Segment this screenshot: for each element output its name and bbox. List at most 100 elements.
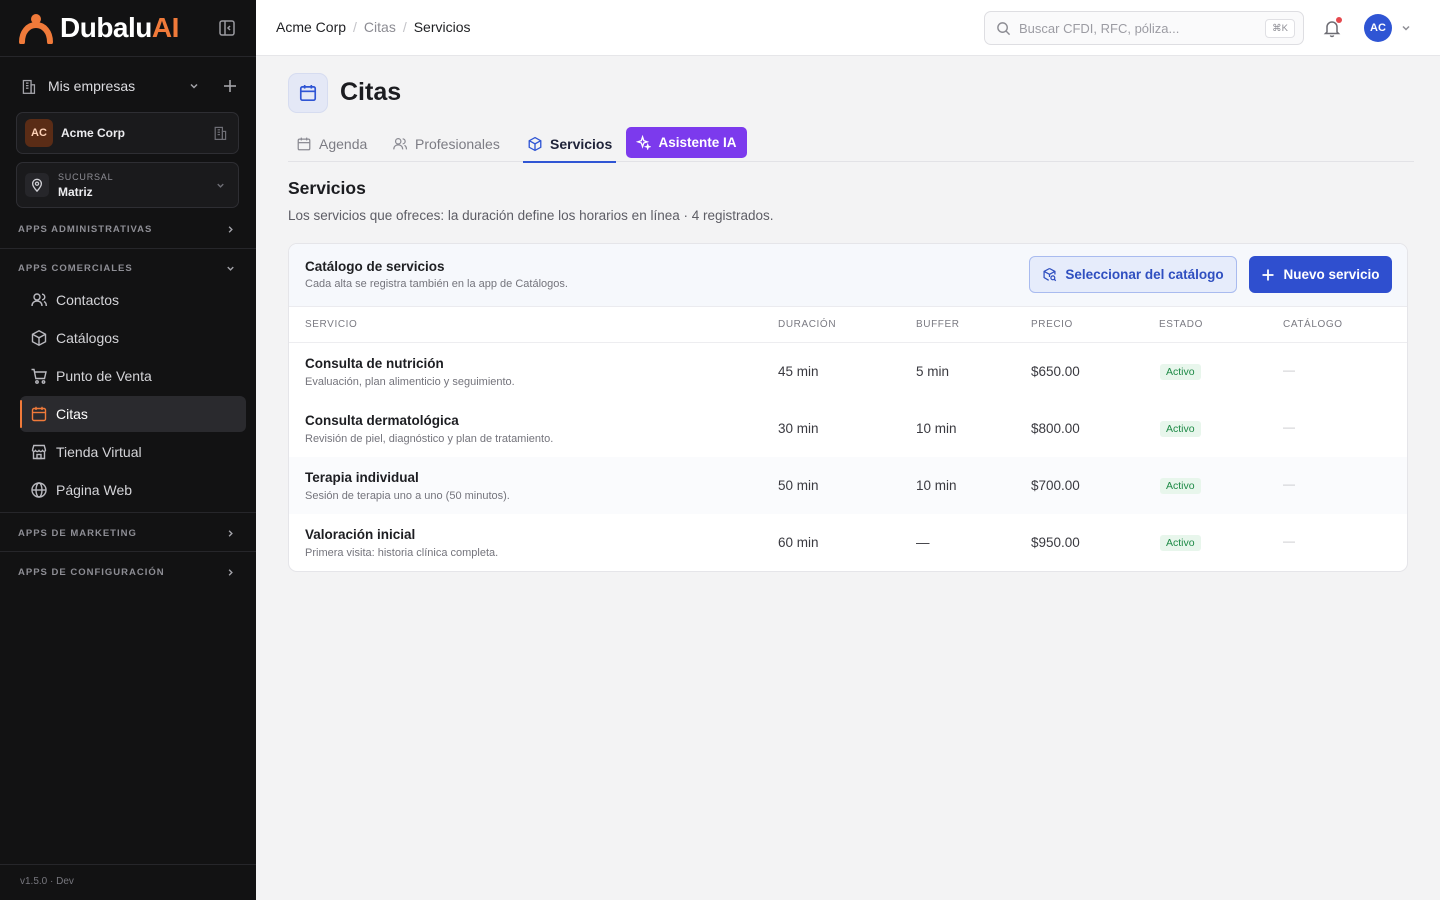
building-icon: [18, 76, 38, 96]
sidebar-item-contactos[interactable]: Contactos: [20, 282, 246, 318]
search-shortcut: ⌘K: [1265, 18, 1295, 38]
service-catalog: —: [1283, 363, 1295, 377]
service-buffer: 10 min: [916, 478, 957, 493]
column-header-precio[interactable]: PRECIO: [1031, 319, 1073, 330]
column-header-servicio[interactable]: SERVICIO: [305, 319, 357, 330]
branch-caption: SUCURSAL: [58, 171, 114, 182]
sidebar-divider: [0, 248, 256, 249]
users-icon: [30, 291, 48, 309]
app-version: v1.5.0 · Dev: [20, 876, 74, 887]
service-catalog: —: [1283, 477, 1295, 491]
companies-selector[interactable]: Mis empresas: [18, 74, 240, 98]
sidebar-item-pagina-web[interactable]: Página Web: [20, 472, 246, 508]
sidebar-item-catalogos[interactable]: Catálogos: [20, 320, 246, 356]
column-header-catalogo[interactable]: CATÁLOGO: [1283, 319, 1343, 330]
service-duration: 50 min: [778, 478, 819, 493]
table-row[interactable]: Terapia individual Sesión de terapia uno…: [289, 457, 1407, 514]
chevron-down-icon: [220, 258, 240, 278]
tab-label: Agenda: [319, 136, 368, 152]
status-badge: Activo: [1160, 421, 1201, 437]
column-header-estado[interactable]: ESTADO: [1159, 319, 1203, 330]
chevron-down-icon[interactable]: [184, 76, 204, 96]
companies-label: Mis empresas: [48, 78, 136, 94]
service-name: Valoración inicial: [305, 527, 416, 542]
calendar-icon: [30, 405, 48, 423]
service-catalog: —: [1283, 534, 1295, 548]
topbar: Acme Corp / Citas / Servicios Buscar CFD…: [256, 0, 1440, 56]
store-icon: [30, 443, 48, 461]
chevron-down-icon[interactable]: [1400, 22, 1412, 34]
section-label: APPS DE MARKETING: [18, 527, 137, 539]
status-badge: Activo: [1160, 535, 1201, 551]
page-title: Citas: [340, 78, 402, 106]
sidebar-divider: [0, 56, 256, 57]
building-icon: [210, 123, 230, 143]
cart-icon: [30, 367, 48, 385]
service-buffer: 5 min: [916, 364, 950, 379]
tab-bar: Agenda Profesionales Servicios Asistente…: [288, 127, 1414, 163]
collapse-sidebar-icon[interactable]: [217, 18, 237, 38]
status-badge: Activo: [1160, 478, 1201, 494]
branch-value: Matriz: [58, 184, 93, 199]
breadcrumb-item[interactable]: Acme Corp: [276, 19, 346, 35]
section-config-apps[interactable]: APPS DE CONFIGURACIÓN: [18, 562, 240, 582]
company-initials: AC: [25, 119, 53, 147]
status-badge: Activo: [1160, 364, 1201, 380]
tab-agenda[interactable]: Agenda: [296, 127, 367, 161]
new-service-button[interactable]: Nuevo servicio: [1249, 256, 1392, 293]
chevron-right-icon: [220, 562, 240, 582]
service-name: Consulta de nutrición: [305, 356, 444, 371]
sidebar-item-tienda-virtual[interactable]: Tienda Virtual: [20, 434, 246, 470]
service-name: Consulta dermatológica: [305, 413, 459, 428]
sidebar: DubaluAI Mis empresas AC Acme Corp SUCUR…: [0, 0, 256, 900]
company-card[interactable]: AC Acme Corp: [16, 112, 239, 154]
section-marketing-apps[interactable]: APPS DE MARKETING: [18, 523, 240, 543]
box-search-icon: [1042, 267, 1057, 282]
ai-button-label: Asistente IA: [658, 135, 737, 150]
breadcrumb: Acme Corp / Citas / Servicios: [276, 19, 471, 35]
select-from-catalog-button[interactable]: Seleccionar del catálogo: [1029, 256, 1237, 293]
sidebar-item-label: Punto de Venta: [56, 368, 152, 384]
section-title: Servicios: [288, 178, 366, 198]
branch-selector[interactable]: SUCURSAL Matriz: [16, 162, 239, 208]
service-price: $700.00: [1031, 478, 1080, 493]
service-price: $650.00: [1031, 364, 1080, 379]
button-label: Nuevo servicio: [1283, 267, 1380, 282]
service-description: Evaluación, plan alimenticio y seguimien…: [305, 376, 515, 388]
add-company-icon[interactable]: [220, 76, 240, 96]
services-catalog-card: Catálogo de servicios Cada alta se regis…: [288, 243, 1408, 572]
button-label: Seleccionar del catálogo: [1065, 267, 1224, 282]
ai-assistant-button[interactable]: Asistente IA: [626, 127, 747, 158]
breadcrumb-item[interactable]: Citas: [364, 19, 396, 35]
service-description: Revisión de piel, diagnóstico y plan de …: [305, 433, 554, 445]
sidebar-item-label: Catálogos: [56, 330, 120, 346]
tab-label: Profesionales: [415, 136, 500, 152]
section-commercial-apps[interactable]: APPS COMERCIALES: [18, 258, 240, 278]
card-title: Catálogo de servicios: [305, 259, 445, 274]
search-input[interactable]: Buscar CFDI, RFC, póliza... ⌘K: [984, 11, 1304, 45]
table-row[interactable]: Consulta de nutrición Evaluación, plan a…: [289, 343, 1407, 400]
tab-profesionales[interactable]: Profesionales: [392, 127, 500, 161]
service-duration: 30 min: [778, 421, 819, 436]
table-row[interactable]: Consulta dermatológica Revisión de piel,…: [289, 400, 1407, 457]
sidebar-item-citas[interactable]: Citas: [20, 396, 246, 432]
service-price: $800.00: [1031, 421, 1080, 436]
users-icon: [392, 136, 408, 152]
sidebar-divider: [0, 551, 256, 552]
column-header-duracion[interactable]: DURACIÓN: [778, 319, 836, 330]
avatar[interactable]: AC: [1364, 14, 1392, 42]
sidebar-divider: [0, 864, 256, 865]
table-row[interactable]: Valoración inicial Primera visita: histo…: [289, 514, 1407, 571]
search-icon: [996, 21, 1011, 36]
company-name: Acme Corp: [61, 126, 126, 140]
column-header-buffer[interactable]: BUFFER: [916, 319, 960, 330]
tab-servicios[interactable]: Servicios: [523, 127, 617, 163]
logo-icon: [19, 14, 53, 44]
chevron-right-icon: [220, 219, 240, 239]
brand-logo[interactable]: DubaluAI: [18, 10, 179, 46]
sidebar-item-punto-de-venta[interactable]: Punto de Venta: [20, 358, 246, 394]
section-admin-apps[interactable]: APPS ADMINISTRATIVAS: [18, 219, 240, 239]
breadcrumb-separator: /: [353, 19, 357, 35]
card-subtitle: Cada alta se registra también en la app …: [305, 278, 568, 290]
globe-icon: [30, 481, 48, 499]
